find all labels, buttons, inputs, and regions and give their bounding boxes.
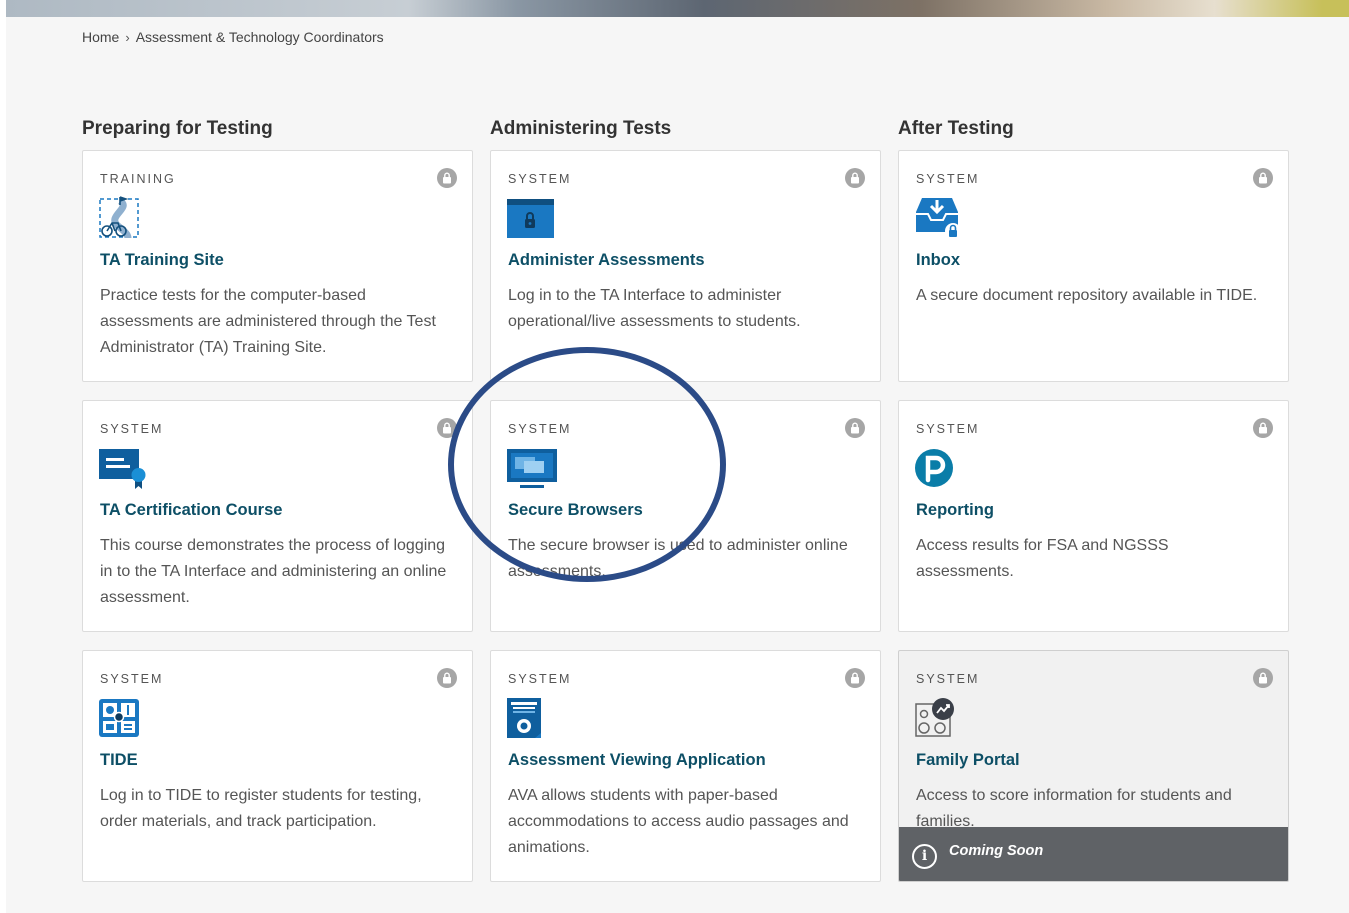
column-heading-after: After Testing [898, 118, 1014, 139]
card-inbox[interactable]: SYSTEM Inbox A secure document repositor… [898, 150, 1289, 382]
card-title: TIDE [100, 751, 138, 769]
card-assessment-viewing-application[interactable]: SYSTEM Assessment Viewing Application AV… [490, 650, 881, 882]
card-description: Log in to the TA Interface to administer… [508, 287, 801, 330]
card-administer-assessments[interactable]: SYSTEM Administer Assessments Log in to … [490, 150, 881, 382]
card-title: Administer Assessments [508, 251, 705, 269]
monitor-windows-icon [506, 446, 557, 490]
card-title: TA Training Site [100, 251, 224, 269]
pearson-logo-icon [914, 446, 964, 490]
breadcrumb-current: Assessment & Technology Coordinators [135, 29, 384, 45]
breadcrumb: Home › Assessment & Technology Coordinat… [82, 29, 384, 45]
lock-icon [437, 418, 457, 438]
column-heading-administering: Administering Tests [490, 118, 672, 139]
card-description: Access results for FSA and NGSSS assessm… [916, 537, 1169, 580]
card-ta-certification-course[interactable]: SYSTEM TA Certification Course This cour… [82, 400, 473, 632]
card-reporting[interactable]: SYSTEM Reporting Access results for FSA … [898, 400, 1289, 632]
card-description: The secure browser is used to administer… [508, 537, 848, 580]
lock-icon [437, 668, 457, 688]
card-description: This course demonstrates the process of … [100, 537, 447, 606]
secure-window-icon [506, 196, 556, 240]
card-kind: TRAINING [100, 172, 176, 186]
card-kind: SYSTEM [100, 422, 164, 436]
inbox-download-icon [914, 196, 964, 240]
family-chart-icon [914, 696, 964, 740]
card-description: Log in to TIDE to register students for … [100, 787, 422, 830]
card-tide[interactable]: SYSTEM TIDE Log in to TIDE to register s… [82, 650, 473, 882]
card-title: TA Certification Course [100, 501, 283, 519]
card-kind: SYSTEM [508, 422, 572, 436]
card-family-portal: SYSTEM Family Portal Access to score inf… [898, 650, 1289, 882]
card-title: Assessment Viewing Application [508, 751, 766, 769]
certificate-icon [98, 446, 148, 490]
card-ta-training-site[interactable]: TRAINING TA Training Site Practice tests… [82, 150, 473, 382]
lock-icon [845, 668, 865, 688]
card-kind: SYSTEM [508, 672, 572, 686]
card-title: Inbox [916, 251, 960, 269]
card-title: Reporting [916, 501, 994, 519]
lock-icon [1253, 668, 1273, 688]
column-heading-preparing: Preparing for Testing [82, 118, 273, 139]
card-kind: SYSTEM [916, 672, 980, 686]
card-description: Practice tests for the computer-based as… [100, 287, 436, 356]
bicycle-path-icon [98, 196, 148, 240]
coming-soon-banner: i Coming Soon [899, 827, 1288, 881]
lock-icon [845, 418, 865, 438]
hero-banner-strip [6, 0, 1349, 17]
info-icon: i [912, 843, 937, 869]
card-kind: SYSTEM [916, 172, 980, 186]
coming-soon-label: Coming Soon [949, 843, 1044, 859]
breadcrumb-home-link[interactable]: Home [82, 29, 119, 45]
lock-icon [1253, 418, 1273, 438]
tide-grid-icon [98, 696, 148, 740]
card-description: AVA allows students with paper-based acc… [508, 787, 849, 856]
lock-icon [845, 168, 865, 188]
card-title: Family Portal [916, 751, 1020, 769]
lock-icon [1253, 168, 1273, 188]
card-description: A secure document repository available i… [916, 287, 1258, 304]
card-title: Secure Browsers [508, 501, 643, 519]
card-kind: SYSTEM [100, 672, 164, 686]
breadcrumb-separator: › [125, 29, 130, 45]
card-kind: SYSTEM [916, 422, 980, 436]
viewer-device-icon [506, 696, 556, 740]
card-kind: SYSTEM [508, 172, 572, 186]
card-secure-browsers[interactable]: SYSTEM Secure Browsers The secure browse… [490, 400, 881, 632]
lock-icon [437, 168, 457, 188]
